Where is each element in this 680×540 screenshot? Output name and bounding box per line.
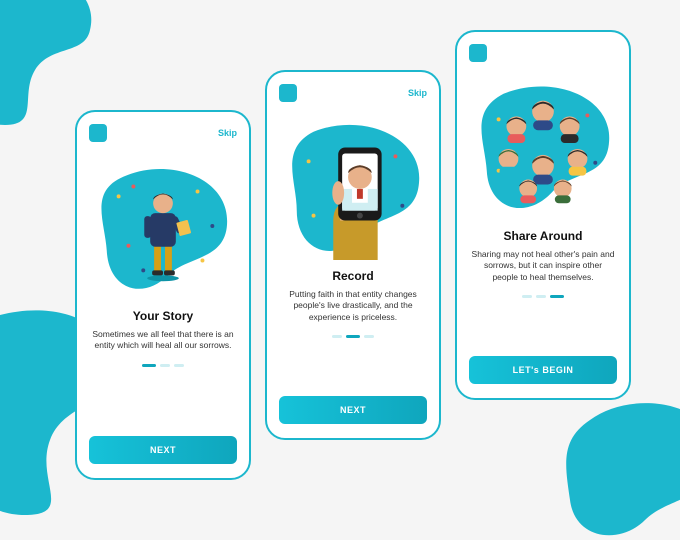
screen-title: Share Around <box>469 229 617 243</box>
app-icon <box>89 124 107 142</box>
onboarding-screen-1: Skip <box>75 110 251 480</box>
screen-title: Record <box>279 269 427 283</box>
screen-title: Your Story <box>89 309 237 323</box>
screen-content: Your Story Sometimes we all feel that th… <box>89 309 237 367</box>
screen-header <box>469 42 617 64</box>
screen-description: Putting faith in that entity changes peo… <box>279 289 427 323</box>
illustration-record <box>279 108 427 263</box>
onboarding-screen-2: Skip <box>265 70 441 440</box>
next-button[interactable]: NEXT <box>89 436 237 464</box>
illustration-your-story <box>89 148 237 303</box>
screen-description: Sometimes we all feel that there is an e… <box>89 329 237 352</box>
begin-button[interactable]: LET's BEGIN <box>469 356 617 384</box>
onboarding-screen-3: Share Around Sharing may not heal other'… <box>455 30 631 400</box>
app-icon <box>469 44 487 62</box>
illustration-share-around <box>469 68 617 223</box>
skip-button[interactable]: Skip <box>218 128 237 138</box>
next-button[interactable]: NEXT <box>279 396 427 424</box>
app-icon <box>279 84 297 102</box>
screen-header: Skip <box>89 122 237 144</box>
screen-header: Skip <box>279 82 427 104</box>
screen-content: Share Around Sharing may not heal other'… <box>469 229 617 298</box>
screen-content: Record Putting faith in that entity chan… <box>279 269 427 338</box>
screen-description: Sharing may not heal other's pain and so… <box>469 249 617 283</box>
skip-button[interactable]: Skip <box>408 88 427 98</box>
